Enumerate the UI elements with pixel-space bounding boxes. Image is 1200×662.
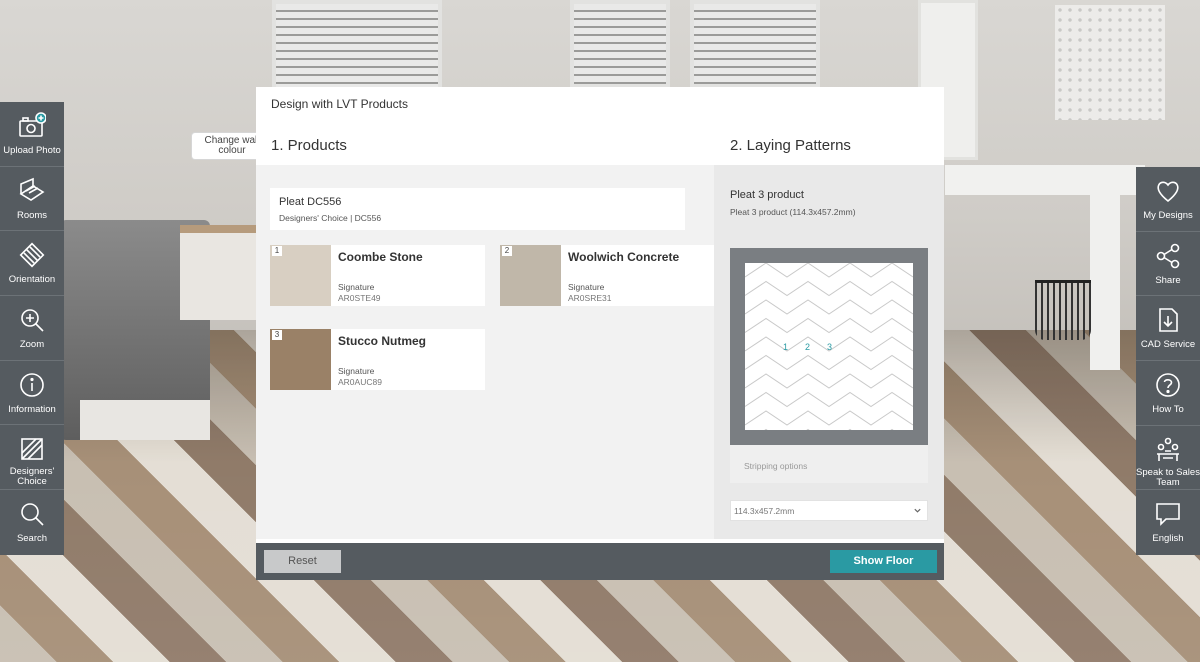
selected-design[interactable]: Pleat DC556 Designers' Choice | DC556 [270,188,685,230]
window-blind [272,0,442,95]
pattern-number: 3 [827,342,832,352]
zoom-button[interactable]: Zoom [0,296,64,361]
pattern-line [745,299,913,315]
download-icon [1159,308,1178,333]
nightstand [180,225,260,320]
pattern-subtitle: Pleat 3 product (114.3x457.2mm) [730,207,856,217]
modal-footer: Reset Show Floor [256,543,944,580]
information-icon [20,372,44,397]
pattern-number: 2 [805,342,810,352]
rooms-button[interactable]: Rooms [0,167,64,232]
my-designs-label: My Designs [1143,210,1193,221]
product-name: Coombe Stone [338,250,423,264]
product-card[interactable]: 1 Coombe Stone Signature AR0STE49 [270,245,485,306]
product-collection: Signature [568,282,605,292]
my-designs-button[interactable]: My Designs [1136,167,1200,232]
pattern-line [745,391,913,408]
language-button[interactable]: English [1136,490,1200,555]
information-label: Information [8,403,56,415]
product-code: AR0STE49 [338,293,381,303]
sales-team-icon [1157,437,1179,461]
zoom-label: Zoom [19,339,45,351]
orientation-button[interactable]: Orientation [0,231,64,297]
help-icon [1156,373,1180,397]
selected-design-subtitle: Designers' Choice | DC556 [279,213,382,223]
bed-base [80,400,210,440]
product-code: AR0AUC89 [338,377,382,387]
pattern-line [764,428,894,430]
product-collection: Signature [338,282,375,292]
orientation-label: Orientation [8,274,56,286]
product-name: Woolwich Concrete [568,250,680,264]
designers-choice-button[interactable]: Designers' Choice [0,425,64,491]
share-label: Share [1155,274,1181,286]
product-number: 1 [272,246,282,256]
share-button[interactable]: Share [1136,232,1200,297]
orientation-icon [19,242,45,268]
speak-to-sales-button[interactable]: Speak to Sales Team [1136,426,1200,491]
product-number: 2 [502,246,512,256]
pattern-line [745,317,913,334]
pattern-line [745,373,913,389]
pattern-preview[interactable]: 1 2 3 [730,248,928,445]
chevron-down-icon [914,508,921,513]
pattern-name: Pleat 3 product [730,189,804,201]
patterns-heading: 2. Laying Patterns [730,137,851,154]
window-blind [690,0,820,88]
designers-choice-label: Designers' Choice [9,466,55,488]
product-collection: Signature [338,366,375,376]
pegboard [1055,5,1165,120]
product-number: 3 [272,330,282,340]
reset-button[interactable]: Reset [264,550,341,573]
wire-basket [1035,280,1091,340]
pattern-card: Pleat 3 product Pleat 3 product (114.3x4… [714,165,944,539]
left-toolbar: Upload Photo Rooms Orientation Zoom Info… [0,102,64,555]
pattern-line [745,354,913,371]
product-card[interactable]: 2 Woolwich Concrete Signature AR0SRE31 [500,245,715,306]
product-code: AR0SRE31 [568,293,612,303]
language-label: English [1152,533,1184,545]
size-select[interactable]: 114.3x457.2mm [730,500,928,521]
patterns-panel: Pleat 3 product Pleat 3 product (114.3x4… [714,165,944,539]
heart-icon [1157,181,1179,203]
upload-photo-button[interactable]: Upload Photo [0,102,64,167]
pattern-number: 1 [783,342,788,352]
cad-service-label: CAD Service [1140,339,1196,351]
desk-leg [1090,190,1120,370]
search-label: Search [16,533,48,545]
cad-service-button[interactable]: CAD Service [1136,296,1200,362]
zoom-icon [21,309,44,332]
chevron-pattern-diagram: 1 2 3 [745,263,913,430]
products-heading: 1. Products [271,137,347,154]
designers-choice-icon [21,438,43,461]
upload-photo-label: Upload Photo [3,145,61,156]
selected-design-name: Pleat DC556 [279,196,342,208]
stripping-options[interactable]: Stripping options [730,445,928,483]
share-icon [1156,243,1180,268]
design-modal: Design with LVT Products 1. Products 2. … [256,87,944,580]
how-to-button[interactable]: How To [1136,361,1200,426]
tooltip-text: Change wall colour [204,135,260,156]
product-card[interactable]: 3 Stucco Nutmeg Signature AR0AUC89 [270,329,485,390]
upload-photo-icon [19,112,46,137]
pattern-line [745,280,913,297]
pattern-line [745,263,913,278]
rooms-label: Rooms [16,209,48,221]
products-panel: Pleat DC556 Designers' Choice | DC556 1 … [256,165,715,539]
size-select-value: 114.3x457.2mm [734,506,795,516]
speech-bubble-icon [1156,503,1180,527]
how-to-label: How To [1152,404,1184,416]
information-button[interactable]: Information [0,361,64,426]
search-icon [21,503,44,526]
modal-title: Design with LVT Products [271,97,408,111]
search-button[interactable]: Search [0,490,64,555]
window-blind [570,0,670,88]
show-floor-button[interactable]: Show Floor [830,550,937,573]
pattern-line [745,410,913,426]
product-name: Stucco Nutmeg [338,334,427,348]
rooms-icon [19,177,45,201]
speak-to-sales-label: Speak to Sales Team [1136,466,1200,488]
right-toolbar: My Designs Share CAD Service How To Spea… [1136,167,1200,556]
